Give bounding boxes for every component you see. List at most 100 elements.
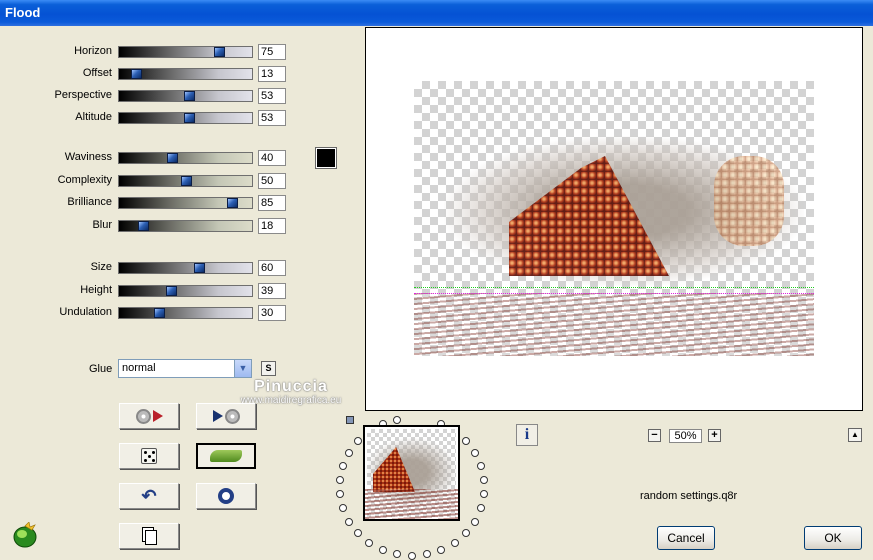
slider-value-height[interactable]: 39 xyxy=(258,283,286,299)
ring-icon xyxy=(218,488,234,504)
window-title: Flood xyxy=(0,0,873,26)
offset-guide-line[interactable] xyxy=(414,293,814,294)
ok-button[interactable]: OK xyxy=(804,526,862,550)
navigator-dot[interactable] xyxy=(480,490,489,499)
slider-thumb-waviness[interactable] xyxy=(167,153,179,163)
collapse-up-button[interactable]: ▲ xyxy=(848,428,862,442)
chevron-down-icon[interactable]: ▼ xyxy=(234,360,251,377)
navigator-dot[interactable] xyxy=(335,490,344,499)
navigator-dot[interactable] xyxy=(354,529,363,538)
slider-row-perspective: Perspective 53 xyxy=(0,88,300,104)
cancel-button[interactable]: Cancel xyxy=(657,526,715,550)
slider-track-horizon[interactable] xyxy=(118,46,253,58)
save-preset-icon xyxy=(212,408,240,424)
slider-thumb-complexity[interactable] xyxy=(180,176,192,186)
preview-canvas[interactable] xyxy=(414,81,814,356)
slider-value-undulation[interactable]: 30 xyxy=(258,305,286,321)
navigator-dot[interactable] xyxy=(392,550,401,559)
slider-value-altitude[interactable]: 53 xyxy=(258,110,286,126)
slider-thumb-offset[interactable] xyxy=(131,69,143,79)
slider-thumb-height[interactable] xyxy=(165,286,177,296)
horizon-guide-line[interactable] xyxy=(414,287,814,288)
random-button[interactable] xyxy=(119,443,179,469)
slider-thumb-brilliance[interactable] xyxy=(227,198,239,208)
slider-thumb-perspective[interactable] xyxy=(184,91,196,101)
navigator-dot[interactable] xyxy=(423,550,432,559)
slider-thumb-undulation[interactable] xyxy=(153,308,165,318)
navigator-dot[interactable] xyxy=(345,448,354,457)
navigator-dot[interactable] xyxy=(450,538,459,547)
info-button[interactable]: i xyxy=(516,424,538,446)
navigator-dot[interactable] xyxy=(470,448,479,457)
slider-track-complexity[interactable] xyxy=(118,175,253,187)
load-preset-button[interactable] xyxy=(119,403,179,429)
navigator-dot[interactable] xyxy=(339,461,348,470)
slider-value-complexity[interactable]: 50 xyxy=(258,173,286,189)
navigator-dot[interactable] xyxy=(437,546,446,555)
slider-track-blur[interactable] xyxy=(118,220,253,232)
slider-track-size[interactable] xyxy=(118,262,253,274)
slider-row-brilliance: Brilliance 85 xyxy=(0,195,300,211)
slider-row-complexity: Complexity 50 xyxy=(0,173,300,189)
slider-label-complexity: Complexity xyxy=(57,174,112,186)
copy-icon xyxy=(144,530,157,545)
navigator-dot[interactable] xyxy=(339,504,348,513)
copy-button[interactable] xyxy=(119,523,179,549)
navigator-dot[interactable] xyxy=(480,475,489,484)
slider-label-blur: Blur xyxy=(92,219,112,231)
slider-thumb-blur[interactable] xyxy=(137,221,149,231)
wave-icon xyxy=(210,450,242,462)
slider-value-waviness[interactable]: 40 xyxy=(258,150,286,166)
slider-track-perspective[interactable] xyxy=(118,90,253,102)
slider-label-altitude: Altitude xyxy=(75,111,112,123)
glue-label: Glue xyxy=(89,363,113,375)
slider-value-brilliance[interactable]: 85 xyxy=(258,195,286,211)
slider-value-horizon[interactable]: 75 xyxy=(258,44,286,60)
reset-button[interactable]: ↶ xyxy=(119,483,179,509)
glue-s-button[interactable]: S xyxy=(261,361,276,376)
slider-label-size: Size xyxy=(90,261,112,273)
slider-thumb-size[interactable] xyxy=(193,263,205,273)
slider-track-height[interactable] xyxy=(118,285,253,297)
slider-value-blur[interactable]: 18 xyxy=(258,218,286,234)
preview-panel[interactable] xyxy=(365,27,863,411)
navigator-dot[interactable] xyxy=(461,529,470,538)
navigator-dot[interactable] xyxy=(392,415,401,424)
color-swatch[interactable] xyxy=(315,147,337,169)
slider-value-size[interactable]: 60 xyxy=(258,260,286,276)
navigator-thumbnail[interactable] xyxy=(363,425,460,521)
navigator-dot[interactable] xyxy=(470,517,479,526)
slider-thumb-altitude[interactable] xyxy=(184,113,196,123)
navigator-dot[interactable] xyxy=(354,436,363,445)
slider-row-waviness: Waviness 40 xyxy=(0,150,300,166)
slider-value-offset[interactable]: 13 xyxy=(258,66,286,82)
slider-track-waviness[interactable] xyxy=(118,152,253,164)
save-preset-button[interactable] xyxy=(196,403,256,429)
slider-track-brilliance[interactable] xyxy=(118,197,253,209)
ring-button[interactable] xyxy=(196,483,256,509)
slider-label-brilliance: Brilliance xyxy=(67,196,112,208)
glue-select-value: normal xyxy=(122,362,156,374)
slider-value-perspective[interactable]: 53 xyxy=(258,88,286,104)
navigator-square[interactable] xyxy=(346,416,354,424)
navigator-dot[interactable] xyxy=(345,517,354,526)
navigator-dot[interactable] xyxy=(378,546,387,555)
watermark: Pinuccia www.maidiregrafica.eu xyxy=(216,378,366,406)
navigator-dot[interactable] xyxy=(408,552,416,560)
slider-label-height: Height xyxy=(80,284,112,296)
navigator-dot[interactable] xyxy=(476,504,485,513)
slider-row-horizon: Horizon 75 xyxy=(0,44,300,60)
wave-mode-button[interactable] xyxy=(196,443,256,469)
slider-track-offset[interactable] xyxy=(118,68,253,80)
navigator-dot[interactable] xyxy=(335,475,344,484)
glue-select[interactable]: normal ▼ xyxy=(118,359,252,378)
slider-track-altitude[interactable] xyxy=(118,112,253,124)
slider-thumb-horizon[interactable] xyxy=(213,47,225,57)
zoom-out-button[interactable]: − xyxy=(648,429,661,442)
zoom-in-button[interactable]: + xyxy=(708,429,721,442)
slider-track-undulation[interactable] xyxy=(118,307,253,319)
navigator-dot[interactable] xyxy=(365,538,374,547)
navigator-dot[interactable] xyxy=(461,436,470,445)
navigator-dot[interactable] xyxy=(476,461,485,470)
slider-row-offset: Offset 13 xyxy=(0,66,300,82)
